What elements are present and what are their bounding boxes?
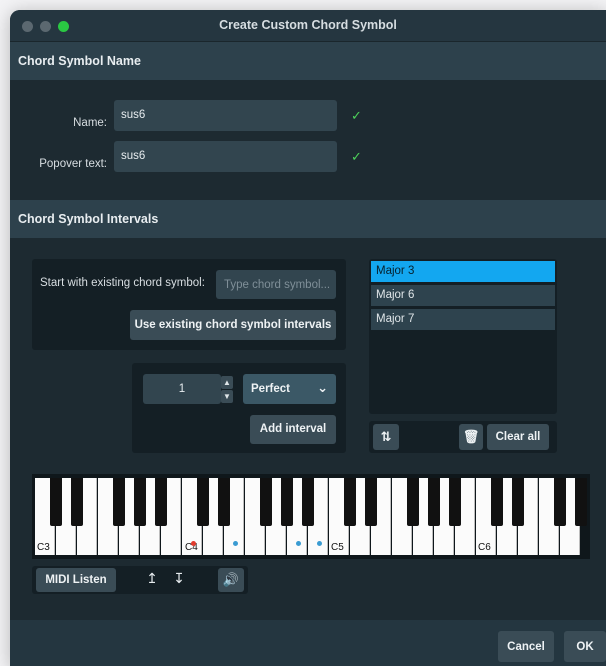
chevron-down-icon: ⌄ — [317, 380, 328, 395]
section-header-name: Chord Symbol Name — [10, 42, 606, 80]
interval-list-item[interactable]: Major 7 — [371, 309, 555, 330]
chord-symbol-search-input[interactable]: Type chord symbol... — [216, 270, 336, 299]
add-interval-panel: 1 ▲ ▼ Perfect ⌄ Add interval — [132, 363, 346, 453]
black-key[interactable] — [50, 478, 62, 526]
black-key[interactable] — [365, 478, 377, 526]
ok-button[interactable]: OK — [564, 631, 606, 662]
black-key[interactable] — [134, 478, 146, 526]
key-label-c3: C3 — [37, 542, 50, 553]
title-bar: Create Custom Chord Symbol — [10, 10, 606, 42]
spinner-down-icon[interactable]: ▼ — [221, 390, 233, 403]
black-key[interactable] — [155, 478, 167, 526]
interval-quality-value: Perfect — [251, 383, 290, 395]
key-label-c6: C6 — [478, 542, 491, 553]
key-label-c5: C5 — [331, 542, 344, 553]
name-label: Name: — [73, 117, 107, 129]
existing-chord-panel: Start with existing chord symbol: Type c… — [32, 259, 346, 350]
black-key[interactable] — [428, 478, 440, 526]
piano-keyboard[interactable]: C3 C4 C5 C6 — [32, 474, 590, 559]
black-key[interactable] — [554, 478, 566, 526]
interval-list-panel[interactable] — [369, 259, 557, 414]
name-checkmark-icon: ✓ — [351, 108, 362, 123]
add-interval-button[interactable]: Add interval — [250, 415, 336, 444]
black-key[interactable] — [218, 478, 230, 526]
black-key[interactable] — [302, 478, 314, 526]
speaker-icon[interactable]: 🔊 — [218, 568, 244, 592]
window-title: Create Custom Chord Symbol — [219, 18, 397, 32]
arrow-up-outline-icon[interactable]: ↥ — [142, 570, 162, 590]
interval-list-toolbar: ⇅ 🗑 Clear all — [369, 421, 557, 453]
clear-all-button[interactable]: Clear all — [487, 424, 549, 450]
cancel-button[interactable]: Cancel — [498, 631, 554, 662]
swap-icon[interactable]: ⇅ — [373, 424, 399, 450]
name-field[interactable]: sus6 — [114, 100, 337, 131]
interval-quality-select[interactable]: Perfect ⌄ — [243, 374, 336, 404]
black-key[interactable] — [512, 478, 524, 526]
interval-note-dot — [296, 541, 301, 546]
popover-text-label: Popover text: — [39, 158, 107, 170]
interval-note-dot — [233, 541, 238, 546]
black-key[interactable] — [260, 478, 272, 526]
black-key[interactable] — [71, 478, 83, 526]
interval-note-dot — [317, 541, 322, 546]
interval-list-item[interactable]: Major 6 — [371, 285, 555, 306]
spinner-up-icon[interactable]: ▲ — [221, 376, 233, 389]
root-note-dot — [191, 541, 196, 546]
popover-text-field[interactable]: sus6 — [114, 141, 337, 172]
interval-number-stepper[interactable]: 1 — [143, 374, 221, 404]
black-key[interactable] — [197, 478, 209, 526]
black-key[interactable] — [344, 478, 356, 526]
dialog-window: Create Custom Chord Symbol Chord Symbol … — [10, 10, 606, 666]
popover-checkmark-icon: ✓ — [351, 149, 362, 164]
trash-icon[interactable]: 🗑 — [459, 424, 483, 450]
black-key[interactable] — [575, 478, 587, 526]
interval-list-item[interactable]: Major 3 — [371, 261, 555, 282]
black-key[interactable] — [449, 478, 461, 526]
black-key[interactable] — [281, 478, 293, 526]
arrow-down-outline-icon[interactable]: ↧ — [169, 570, 189, 590]
use-existing-intervals-button[interactable]: Use existing chord symbol intervals — [130, 310, 336, 340]
midi-listen-button[interactable]: MIDI Listen — [36, 568, 116, 592]
dialog-footer: Cancel OK — [10, 620, 606, 666]
black-key[interactable] — [407, 478, 419, 526]
start-with-label: Start with existing chord symbol: — [40, 277, 205, 289]
black-key[interactable] — [113, 478, 125, 526]
section-header-intervals: Chord Symbol Intervals — [10, 200, 606, 238]
black-key[interactable] — [491, 478, 503, 526]
keyboard-toolbar: MIDI Listen ↥ ↧ 🔊 — [32, 566, 248, 594]
